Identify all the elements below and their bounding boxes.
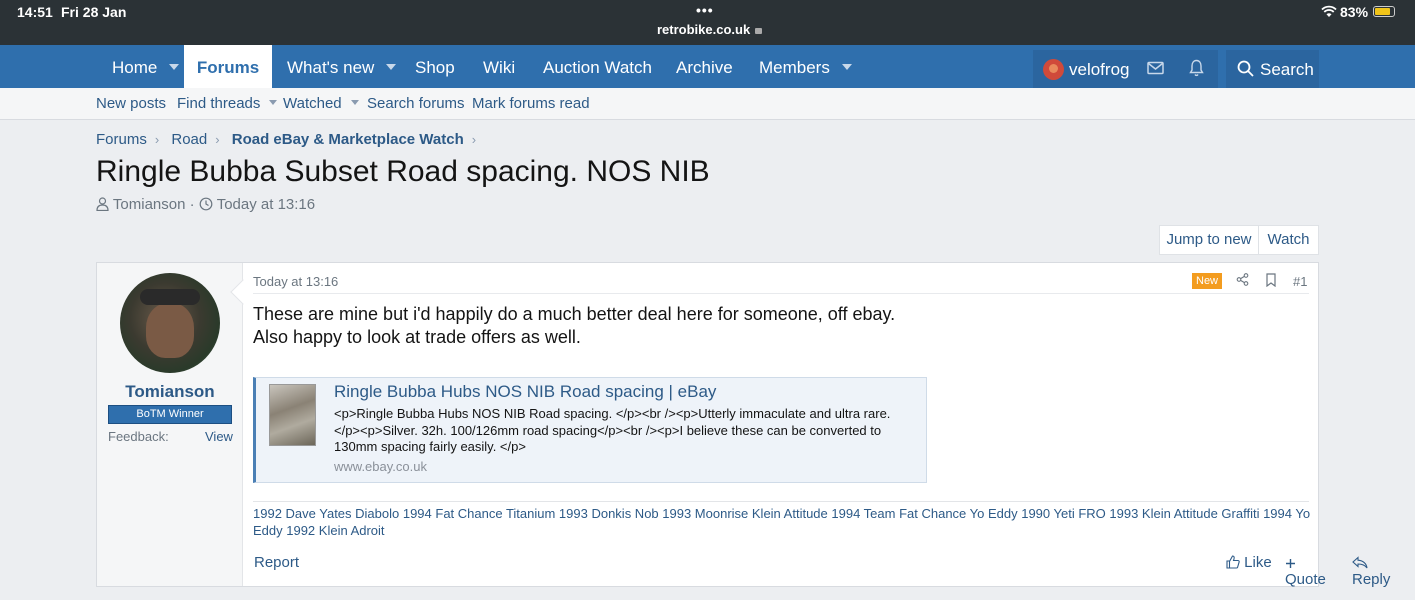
subnav-new-posts[interactable]: New posts <box>96 88 166 120</box>
nav-forums[interactable]: Forums <box>184 45 272 88</box>
thread-author[interactable]: Tomianson <box>113 196 186 213</box>
nav-whats-new-label: What's new <box>287 58 375 77</box>
meta-separator: · <box>189 196 195 213</box>
user-title-badge: BoTM Winner <box>108 405 232 424</box>
nav-forums-label: Forums <box>196 58 260 77</box>
nav-auction-watch[interactable]: Auction Watch <box>543 45 652 88</box>
avatar-face <box>146 303 194 358</box>
signature-divider <box>253 501 1309 502</box>
avatar[interactable] <box>1043 59 1064 80</box>
post-user-cell: Tomianson BoTM Winner Feedback: View <box>97 263 243 586</box>
chevron-right-icon: › <box>471 132 477 147</box>
address-bar[interactable]: retrobike.co.uk <box>657 22 763 37</box>
status-time: 14:51 <box>17 4 53 20</box>
nav-members[interactable]: Members <box>759 45 852 88</box>
search-button[interactable]: Search <box>1226 50 1319 88</box>
reply-icon <box>1352 554 1368 571</box>
subnav-watched-label: Watched <box>283 95 342 112</box>
post-body-line: Also happy to look at trade offers as we… <box>253 327 581 347</box>
thumbs-up-icon <box>1226 554 1240 571</box>
embed-domain: www.ebay.co.uk <box>334 459 427 474</box>
status-bar: 14:51 Fri 28 Jan ••• retrobike.co.uk 83% <box>0 0 1415 45</box>
post: Tomianson BoTM Winner Feedback: View Tod… <box>96 262 1390 588</box>
breadcrumb: Forums › Road › Road eBay & Marketplace Wa… <box>96 131 484 148</box>
nav-shop[interactable]: Shop <box>415 45 455 88</box>
jump-to-new-button[interactable]: Jump to new <box>1159 225 1259 255</box>
breadcrumb-road[interactable]: Road <box>171 131 207 148</box>
sub-nav: New posts Find threads Watched Search fo… <box>0 88 1415 120</box>
like-label: Like <box>1244 554 1272 571</box>
nav-home[interactable]: Home <box>96 45 195 88</box>
main-nav: Home Forums What's new Shop Wiki Auction… <box>0 45 1415 88</box>
post-body: These are mine but i'd happily do a much… <box>253 303 895 349</box>
chevron-down-icon[interactable] <box>169 64 180 70</box>
chevron-down-icon[interactable] <box>841 64 852 70</box>
breadcrumb-section[interactable]: Road eBay & Marketplace Watch <box>232 131 464 148</box>
wifi-icon <box>1321 5 1337 23</box>
subnav-watched[interactable]: Watched <box>283 88 359 120</box>
subnav-search-forums[interactable]: Search forums <box>367 88 465 120</box>
avatar-goggles <box>140 289 200 305</box>
signature: 1992 Dave Yates Diabolo 1994 Fat Chance … <box>253 506 1311 538</box>
user-menu[interactable]: velofrog <box>1033 50 1218 88</box>
nav-home-label: Home <box>112 58 158 77</box>
subnav-find-threads[interactable]: Find threads <box>177 88 278 120</box>
post-header-divider <box>253 293 1309 294</box>
nav-wiki[interactable]: Wiki <box>483 45 515 88</box>
bookmark-icon[interactable] <box>1265 273 1277 292</box>
breadcrumb-forums[interactable]: Forums <box>96 131 147 148</box>
nav-archive[interactable]: Archive <box>676 45 733 88</box>
like-button[interactable]: Like <box>1226 554 1272 571</box>
search-icon <box>1237 60 1254 82</box>
battery-level <box>1375 8 1390 15</box>
subnav-mark-read[interactable]: Mark forums read <box>472 88 590 120</box>
reply-button[interactable]: Reply <box>1352 554 1390 588</box>
clock-icon <box>199 197 213 215</box>
url-text: retrobike.co.uk <box>657 22 751 37</box>
nav-members-label: Members <box>759 58 830 77</box>
inbox-icon[interactable] <box>1147 61 1164 80</box>
chevron-down-icon[interactable] <box>386 64 397 70</box>
post-body-line: These are mine but i'd happily do a much… <box>253 304 896 324</box>
thread-date[interactable]: Today at 13:16 <box>217 196 315 213</box>
battery-percent: 83% <box>1340 4 1369 20</box>
plus-icon <box>1285 554 1296 571</box>
report-link[interactable]: Report <box>254 554 299 571</box>
quote-button[interactable]: Quote <box>1285 554 1326 588</box>
nav-whats-new[interactable]: What's new <box>287 45 397 88</box>
embed-title[interactable]: Ringle Bubba Hubs NOS NIB Road spacing |… <box>334 382 716 402</box>
post-main: Today at 13:16 New #1 These are mine but… <box>243 263 1390 588</box>
quote-label: Quote <box>1285 571 1326 588</box>
embed-thumbnail[interactable] <box>269 384 316 446</box>
avatar[interactable] <box>120 273 220 373</box>
browser-menu-dots[interactable]: ••• <box>696 2 714 18</box>
post-date[interactable]: Today at 13:16 <box>253 274 338 289</box>
feedback-label: Feedback: <box>108 429 169 444</box>
share-icon[interactable] <box>1236 273 1249 291</box>
thread-meta: Tomianson · Today at 13:16 <box>96 196 315 215</box>
reply-label: Reply <box>1352 571 1391 588</box>
new-badge: New <box>1192 273 1223 289</box>
chevron-right-icon: › <box>154 132 160 147</box>
username[interactable]: velofrog <box>1069 50 1129 90</box>
lock-icon <box>755 28 763 34</box>
battery-icon <box>1373 6 1395 17</box>
chevron-down-icon[interactable] <box>269 100 278 105</box>
link-embed[interactable]: Ringle Bubba Hubs NOS NIB Road spacing |… <box>253 377 927 483</box>
post-username[interactable]: Tomianson <box>97 382 243 402</box>
embed-description: <p>Ringle Bubba Hubs NOS NIB Road spacin… <box>334 406 891 454</box>
watch-button[interactable]: Watch <box>1258 225 1319 255</box>
user-icon <box>96 197 109 215</box>
status-date: Fri 28 Jan <box>61 4 127 20</box>
search-label: Search <box>1260 60 1314 79</box>
page-title: Ringle Bubba Subset Road spacing. NOS NI… <box>96 155 710 188</box>
bell-icon[interactable] <box>1189 59 1204 82</box>
post-number[interactable]: #1 <box>1293 274 1307 289</box>
chevron-down-icon[interactable] <box>350 100 359 105</box>
subnav-find-threads-label: Find threads <box>177 95 261 112</box>
feedback-view-link[interactable]: View <box>205 429 233 444</box>
chevron-right-icon: › <box>215 132 220 147</box>
